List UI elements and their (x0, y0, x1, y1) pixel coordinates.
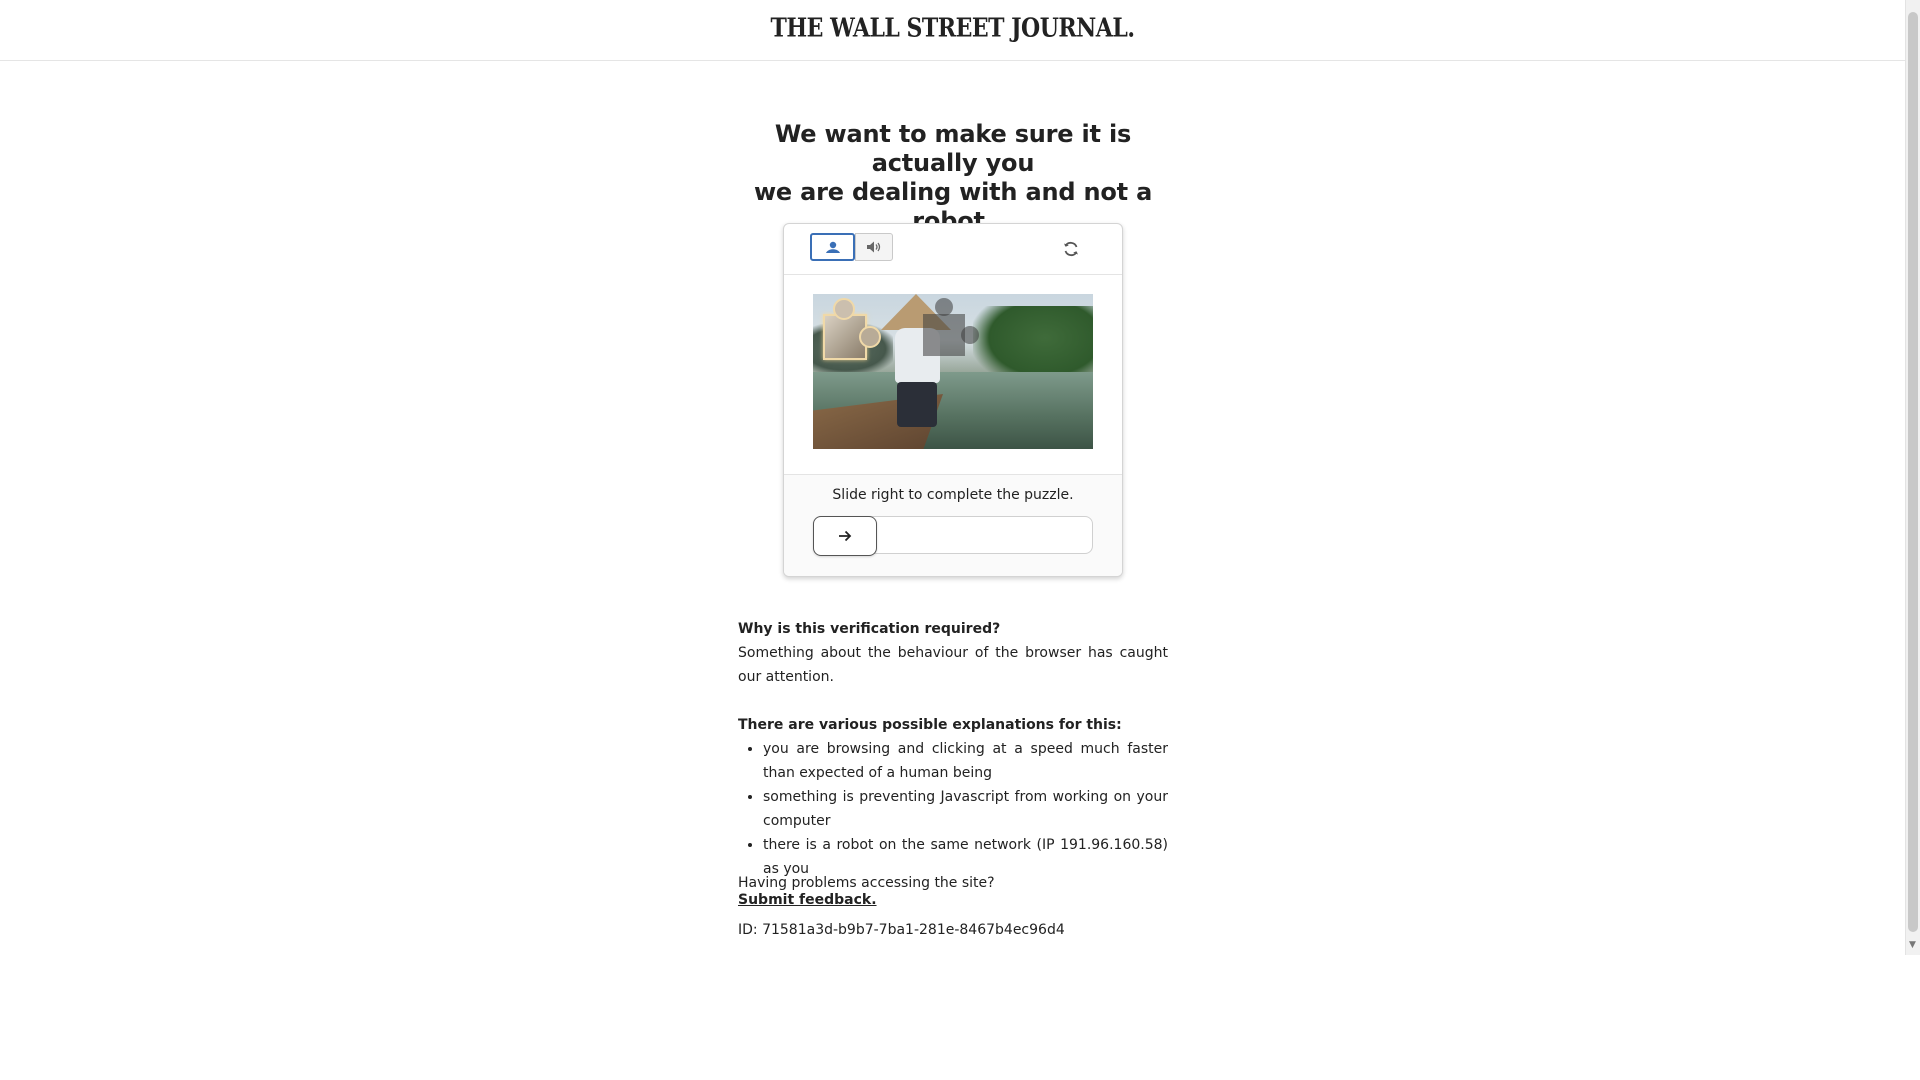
list-item: something is preventing Javascript from … (763, 785, 1168, 833)
why-title: Why is this verification required? (738, 621, 1001, 637)
slide-instruction: Slide right to complete the puzzle. (832, 487, 1074, 503)
scroll-down-arrow-icon[interactable]: ▼ (1909, 940, 1916, 950)
captcha-slider-area: Slide right to complete the puzzle. (784, 474, 1122, 576)
submit-feedback-link[interactable]: Submit feedback. (738, 892, 877, 908)
explanations-list: you are browsing and clicking at a speed… (738, 737, 1168, 881)
puzzle-target-slot (923, 314, 965, 356)
help-section: Having problems accessing the site? Subm… (738, 875, 1168, 909)
verification-info: Why is this verification required? Somet… (738, 617, 1168, 881)
headline-line-1: We want to make sure it is actually you (774, 120, 1132, 177)
puzzle-image (813, 294, 1093, 449)
masthead: THE WALL STREET JOURNAL. (0, 0, 1905, 61)
slider-handle[interactable] (813, 516, 877, 556)
speaker-icon (867, 241, 881, 253)
list-item: there is a robot on the same network (IP… (763, 833, 1168, 881)
verification-content: We want to make sure it is actually you … (738, 120, 1168, 938)
puzzle-scenery (897, 382, 937, 427)
refresh-button[interactable] (1060, 238, 1082, 260)
wsj-logo[interactable]: THE WALL STREET JOURNAL. (770, 12, 1135, 43)
puzzle-piece (833, 298, 855, 320)
audio-mode-button[interactable] (855, 233, 893, 261)
image-mode-button[interactable] (810, 233, 855, 261)
page-title: We want to make sure it is actually you … (738, 120, 1168, 236)
puzzle-piece (859, 326, 881, 348)
help-question: Having problems accessing the site? (738, 875, 995, 891)
page: THE WALL STREET JOURNAL. We want to make… (0, 0, 1920, 1080)
puzzle-target-slot (935, 298, 953, 316)
image-icon (825, 241, 840, 253)
arrow-right-icon (839, 530, 852, 542)
vertical-scrollbar[interactable]: ▼ (1905, 0, 1920, 955)
captcha-widget: Slide right to complete the puzzle. (783, 223, 1123, 577)
puzzle-target-slot (961, 326, 979, 344)
list-item: you are browsing and clicking at a speed… (763, 737, 1168, 785)
refresh-icon (1064, 241, 1078, 257)
explanations-title: There are various possible explanations … (738, 717, 1122, 733)
scrollbar-thumb[interactable] (1908, 12, 1918, 932)
why-text: Something about the behaviour of the bro… (738, 645, 1168, 685)
request-id: ID: 71581a3d-b9b7-7ba1-281e-8467b4ec96d4 (738, 922, 1065, 938)
captcha-toolbar (784, 224, 1122, 275)
